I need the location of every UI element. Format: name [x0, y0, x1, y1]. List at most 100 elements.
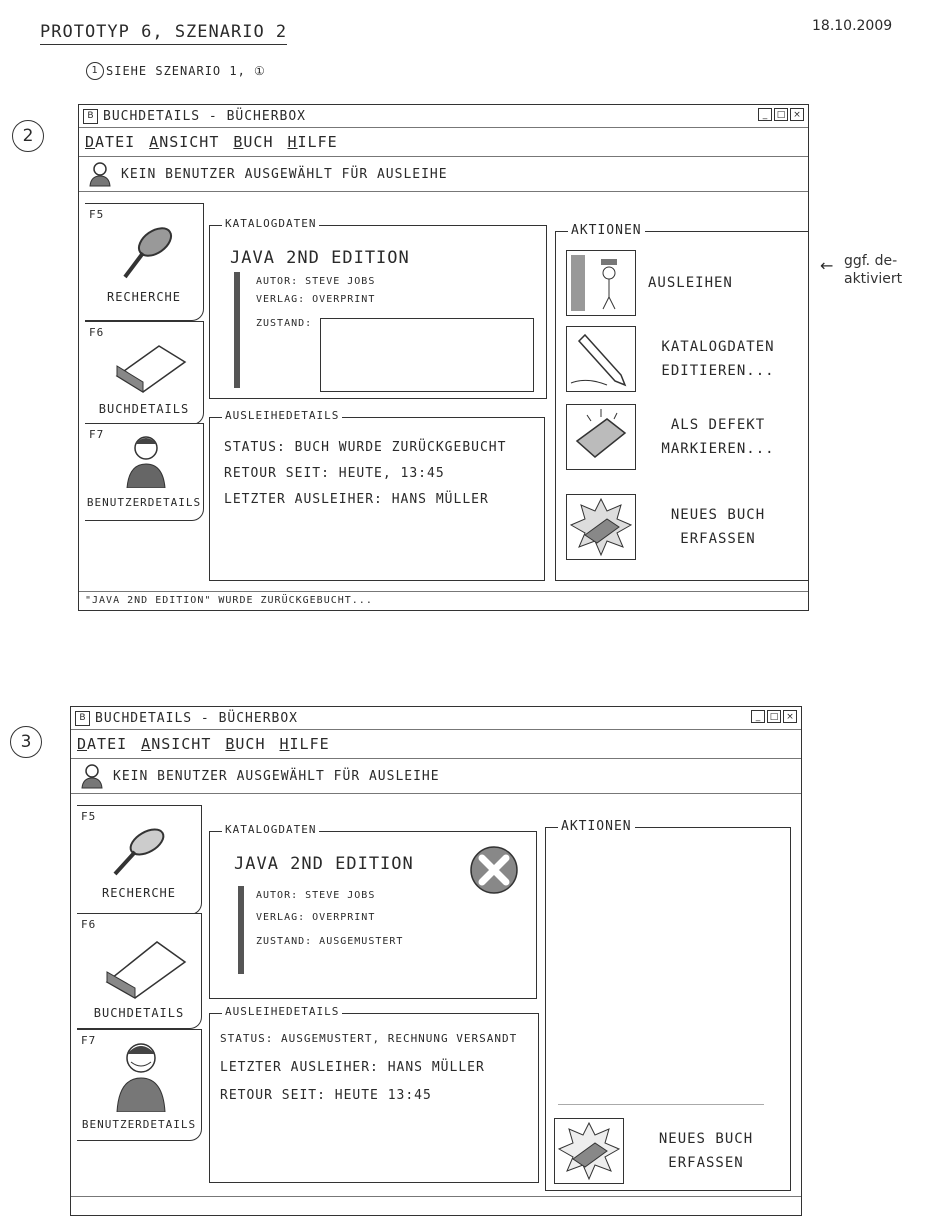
katalogdaten-group: Katalogdaten Java 2nd Edition Autor: Ste…	[209, 823, 537, 999]
group-label: Katalogdaten	[222, 217, 320, 230]
ausleihedetails-group: Ausleihedetails Status: Buch wurde zurüc…	[209, 409, 545, 581]
page-title: Prototyp 6, Szenario 2	[40, 22, 288, 45]
note-text: siehe Szenario 1, ①	[106, 64, 266, 78]
action-katalogdaten-editieren[interactable]: Katalogdaten editieren...	[566, 326, 788, 392]
aktionen-group: Aktionen Ausleihen Katalogdaten editiere…	[555, 223, 809, 581]
book-publisher: Verlag: Overprint	[256, 912, 376, 923]
menu-datei[interactable]: Datei	[77, 735, 127, 753]
ausleihedetails-group: Ausleihedetails Status: Ausgemustert, Re…	[209, 1005, 539, 1183]
app-icon: B	[83, 108, 98, 124]
action-als-defekt-markieren[interactable]: Als defekt markieren...	[566, 404, 788, 470]
action-neues-buch-erfassen[interactable]: Neues Buch erfassen	[566, 494, 788, 560]
loan-return: Retour seit: Heute 13:45	[220, 1088, 432, 1103]
minimize-button[interactable]: _	[751, 710, 765, 723]
tab-label: Recherche	[106, 290, 182, 304]
retired-x-icon	[470, 846, 518, 894]
condition-label: Zustand:	[256, 318, 313, 329]
tab-label: Buchdetails	[98, 402, 190, 416]
actions-divider	[558, 1104, 764, 1105]
tab-key: F6	[81, 918, 97, 931]
close-button[interactable]: ×	[783, 710, 797, 723]
app-icon: B	[75, 710, 90, 726]
maximize-button[interactable]: □	[767, 710, 781, 723]
condition-value: Zustand: Ausgemustert	[256, 936, 404, 947]
magnifier-icon	[113, 828, 165, 876]
menu-hilfe[interactable]: Hilfe	[280, 735, 330, 753]
loan-status: Status: Buch wurde zurückgebucht	[224, 440, 507, 455]
action-neues-buch-erfassen[interactable]: Neues Buch erfassen	[554, 1118, 776, 1184]
menu-datei[interactable]: Datei	[85, 133, 135, 151]
title-bar[interactable]: B Buchdetails - BücherBox _ □ ×	[71, 707, 801, 730]
loan-last-borrower: Letzter Ausleiher: Hans Müller	[224, 492, 489, 507]
aktionen-group: Aktionen Neues Buch erfassen	[545, 819, 791, 1191]
user-status: Kein Benutzer ausgewählt für Ausleihe	[121, 166, 448, 182]
tab-label: Benutzerdetails	[86, 496, 202, 509]
group-label: Ausleihedetails	[222, 409, 343, 422]
group-label: Ausleihedetails	[222, 1005, 343, 1018]
broken-icon	[566, 404, 636, 470]
tab-recherche[interactable]: F5 Recherche	[85, 203, 204, 321]
katalogdaten-group: Katalogdaten Java 2nd Edition Autor: Ste…	[209, 217, 547, 399]
group-label: Katalogdaten	[222, 823, 320, 836]
loan-last-borrower: Letzter Ausleiher: Hans Müller	[220, 1060, 485, 1075]
tab-label: Buchdetails	[93, 1006, 185, 1020]
tab-recherche[interactable]: F5 Recherche	[77, 805, 202, 915]
tab-buchdetails[interactable]: F6 Buchdetails	[85, 321, 204, 425]
new-book-icon	[566, 494, 636, 560]
menu-buch[interactable]: Buch	[225, 735, 265, 753]
window-buchdetails-1: B Buchdetails - BücherBox _ □ × Datei An…	[78, 104, 809, 611]
new-book-icon	[554, 1118, 624, 1184]
action-label: Katalogdaten editieren...	[661, 339, 775, 379]
book-title: Java 2nd Edition	[230, 248, 410, 268]
lend-icon	[566, 250, 636, 316]
tab-benutzerdetails[interactable]: F7 Benutzerdetails	[77, 1029, 202, 1141]
loan-status: Status: Ausgemustert, Rechnung versandt	[220, 1032, 518, 1045]
status-bar	[71, 1196, 801, 1215]
step-2-marker: 2	[12, 120, 44, 152]
note-marker: 1	[86, 62, 104, 80]
title-bar[interactable]: B Buchdetails - BücherBox _ □ ×	[79, 105, 808, 128]
menu-ansicht[interactable]: Ansicht	[141, 735, 211, 753]
status-bar: "Java 2nd Edition" wurde zurückgebucht..…	[79, 591, 808, 610]
book-publisher: Verlag: Overprint	[256, 294, 376, 305]
loan-return: Retour seit: Heute, 13:45	[224, 466, 445, 481]
window-title: Buchdetails - BücherBox	[103, 108, 307, 124]
window-title: Buchdetails - BücherBox	[95, 710, 299, 726]
menu-buch[interactable]: Buch	[233, 133, 273, 151]
page-note: 1 siehe Szenario 1, ①	[86, 62, 266, 80]
book-icon	[105, 941, 187, 999]
arrow-icon: ←	[820, 256, 834, 275]
action-label: Neues Buch erfassen	[658, 1131, 754, 1171]
user-icon	[89, 162, 111, 187]
tab-buchdetails[interactable]: F6 Buchdetails	[77, 913, 202, 1029]
window-buchdetails-2: B Buchdetails - BücherBox _ □ × Datei An…	[70, 706, 802, 1216]
action-label: Ausleihen	[648, 275, 733, 291]
minimize-button[interactable]: _	[758, 108, 772, 121]
group-label: Aktionen	[558, 819, 635, 834]
user-status: Kein Benutzer ausgewählt für Ausleihe	[113, 768, 440, 784]
maximize-button[interactable]: □	[774, 108, 788, 121]
step-3-marker: 3	[10, 726, 42, 758]
book-icon	[115, 345, 187, 393]
tab-key: F6	[89, 326, 105, 339]
menu-hilfe[interactable]: Hilfe	[288, 133, 338, 151]
action-ausleihen[interactable]: Ausleihen	[566, 250, 733, 316]
tab-key: F5	[81, 810, 97, 823]
group-label: Aktionen	[568, 223, 645, 238]
tab-label: Recherche	[101, 886, 177, 900]
pencil-icon	[566, 326, 636, 392]
user-icon	[126, 436, 166, 488]
user-icon	[116, 1043, 166, 1112]
tab-key: F7	[81, 1034, 97, 1047]
action-label: Neues Buch erfassen	[670, 507, 766, 547]
page-date: 18.10.2009	[812, 18, 893, 34]
close-button[interactable]: ×	[790, 108, 804, 121]
margin-note: ggf. de-aktiviert	[844, 253, 903, 287]
book-spine	[238, 886, 244, 974]
user-icon	[81, 764, 103, 789]
tab-key: F5	[89, 208, 105, 221]
tab-benutzerdetails[interactable]: F7 Benutzerdetails	[85, 423, 204, 521]
condition-input[interactable]	[320, 318, 534, 392]
menu-ansicht[interactable]: Ansicht	[149, 133, 219, 151]
book-author: Autor: Steve Jobs	[256, 276, 376, 287]
